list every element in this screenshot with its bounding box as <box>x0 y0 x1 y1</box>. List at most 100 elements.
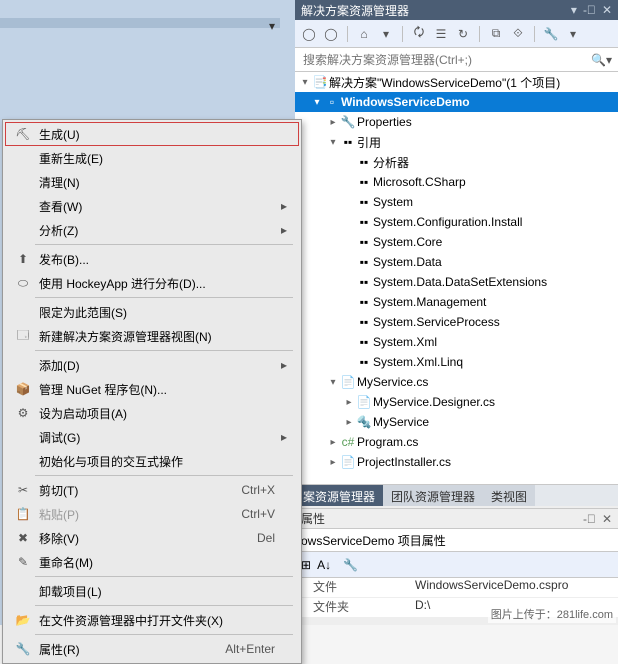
menu-item[interactable]: ✖移除(V)Del <box>5 526 299 550</box>
menu-item-label: 发布(B)... <box>35 251 281 268</box>
menu-item[interactable]: ⛏生成(U) <box>5 122 299 146</box>
menu-item[interactable]: 查看(W)▸ <box>5 194 299 218</box>
menu-item[interactable]: 📦管理 NuGet 程序包(N)... <box>5 377 299 401</box>
sync-home-icon[interactable]: ▾ <box>378 26 394 42</box>
properties-toolbar: ⊞ A↓ 🔧 <box>295 552 618 578</box>
reference-icon: ▪▪ <box>355 215 373 229</box>
property-key: 文件夹 <box>295 598 415 617</box>
properties-node[interactable]: ▸🔧Properties <box>295 112 618 132</box>
menu-item[interactable]: 初始化与项目的交互式操作 <box>5 449 299 473</box>
show-all-icon[interactable]: ⟐ <box>510 26 526 42</box>
tab-team-explorer[interactable]: 团队资源管理器 <box>383 485 483 506</box>
tree-label: System.Data.DataSetExtensions <box>373 275 547 289</box>
startup-icon: ⚙ <box>11 406 35 420</box>
reference-node[interactable]: ▪▪System.Management <box>295 292 618 312</box>
menu-item[interactable]: 分析(Z)▸ <box>5 218 299 242</box>
watermark: 图片上传于：281life.com <box>488 605 616 623</box>
menu-item[interactable]: 📂在文件资源管理器中打开文件夹(X) <box>5 608 299 632</box>
reference-node[interactable]: ▪▪System.Core <box>295 232 618 252</box>
tab-class-view[interactable]: 类视图 <box>483 485 535 506</box>
home-icon[interactable]: ⌂ <box>356 26 372 42</box>
context-menu: ⛏生成(U)重新生成(E)清理(N)查看(W)▸分析(Z)▸⬆发布(B)...⬭… <box>2 119 302 664</box>
search-input[interactable] <box>301 51 591 69</box>
file-node-projectinstaller[interactable]: ▸📄ProjectInstaller.cs <box>295 452 618 472</box>
menu-item[interactable]: ⚙设为启动项目(A) <box>5 401 299 425</box>
menu-item[interactable]: 清理(N) <box>5 170 299 194</box>
menu-item[interactable]: ✂剪切(T)Ctrl+X <box>5 478 299 502</box>
project-node[interactable]: ▾▫WindowsServiceDemo <box>295 92 618 112</box>
properties-icon: 🔧 <box>11 642 35 656</box>
panel-close-icon[interactable]: ✕ <box>602 512 612 526</box>
menu-item[interactable]: 卸载项目(L) <box>5 579 299 603</box>
menu-item[interactable]: 调试(G)▸ <box>5 425 299 449</box>
reference-node[interactable]: ▪▪System.Xml.Linq <box>295 352 618 372</box>
nuget-icon: 📦 <box>11 382 35 396</box>
menu-shortcut: Alt+Enter <box>225 642 281 656</box>
tree-label: System.Xml.Linq <box>373 355 463 369</box>
menu-item-label: 属性(R) <box>35 641 225 658</box>
collapse-all-icon[interactable]: ⧉ <box>488 26 504 42</box>
file-node-program[interactable]: ▸c#Program.cs <box>295 432 618 452</box>
reference-node[interactable]: ▪▪System.Xml <box>295 332 618 352</box>
reference-node[interactable]: ▪▪System.ServiceProcess <box>295 312 618 332</box>
property-row[interactable]: 文件WindowsServiceDemo.cspro <box>295 578 618 598</box>
reference-node[interactable]: ▪▪System <box>295 192 618 212</box>
tree-label: MyService <box>373 415 429 429</box>
submenu-arrow-icon: ▸ <box>281 358 293 372</box>
search-bar: 🔍▾ <box>295 48 618 72</box>
properties-icon[interactable]: 🔧 <box>543 26 559 42</box>
panel-close-icon[interactable]: ✕ <box>602 3 612 17</box>
reference-icon: ▪▪ <box>355 155 373 169</box>
reference-icon: ▪▪ <box>355 195 373 209</box>
reference-node[interactable]: ▪▪分析器 <box>295 152 618 172</box>
menu-item-label: 粘贴(P) <box>35 506 241 523</box>
file-node-myservice-class[interactable]: ▸🔩MyService <box>295 412 618 432</box>
menu-item-label: 调试(G) <box>35 429 281 446</box>
solution-node[interactable]: ▾📑解决方案"WindowsServiceDemo"(1 个项目) <box>295 72 618 92</box>
file-node-myservice[interactable]: ▾📄MyService.cs <box>295 372 618 392</box>
menu-item-label: 新建解决方案资源管理器视图(N) <box>35 328 281 345</box>
menu-item[interactable]: ⬆发布(B)... <box>5 247 299 271</box>
refresh-icon[interactable]: ↻ <box>455 26 471 42</box>
reference-icon: ▪▪ <box>355 275 373 289</box>
panel-pin-icon[interactable]: ‑⃓ <box>583 3 596 17</box>
menu-item[interactable]: 🗔新建解决方案资源管理器视图(N) <box>5 324 299 348</box>
menu-item[interactable]: ⬭使用 HockeyApp 进行分布(D)... <box>5 271 299 295</box>
menu-shortcut: Ctrl+V <box>241 507 281 521</box>
panel-options-icon[interactable]: ▾ <box>571 3 577 17</box>
menu-item-label: 使用 HockeyApp 进行分布(D)... <box>35 275 281 292</box>
tab-solution-explorer[interactable]: 案资源管理器 <box>295 485 383 506</box>
sync-icon[interactable]: 🗘 <box>411 26 427 42</box>
alpha-sort-icon[interactable]: A↓ <box>317 558 331 572</box>
menu-item[interactable]: 添加(D)▸ <box>5 353 299 377</box>
solution-explorer-title: 解决方案资源管理器 <box>301 2 571 19</box>
reference-node[interactable]: ▪▪System.Data <box>295 252 618 272</box>
panel-pin-icon[interactable]: ‑⃓ <box>583 512 596 526</box>
categorize-icon[interactable]: ⊞ <box>301 558 311 572</box>
reference-node[interactable]: ▪▪Microsoft.CSharp <box>295 172 618 192</box>
search-dropdown-icon[interactable]: 🔍▾ <box>591 53 612 67</box>
reference-icon: ▪▪ <box>355 255 373 269</box>
publish-icon: ⬆ <box>11 252 35 266</box>
reference-node[interactable]: ▪▪System.Configuration.Install <box>295 212 618 232</box>
file-node-myservice-designer[interactable]: ▸📄MyService.Designer.cs <box>295 392 618 412</box>
menu-shortcut: Ctrl+X <box>241 483 281 497</box>
solution-label: 解决方案"WindowsServiceDemo"(1 个项目) <box>329 74 560 91</box>
reference-node[interactable]: ▪▪System.Data.DataSetExtensions <box>295 272 618 292</box>
cs-file-icon: 📄 <box>339 455 357 469</box>
back-icon[interactable]: ◯ <box>301 26 317 42</box>
submenu-arrow-icon: ▸ <box>281 199 293 213</box>
tab-dropdown-icon[interactable]: ▾ <box>269 19 275 33</box>
menu-item[interactable]: ✎重命名(M) <box>5 550 299 574</box>
reference-icon: ▪▪ <box>355 295 373 309</box>
pending-icon[interactable]: ☰ <box>433 26 449 42</box>
project-label: WindowsServiceDemo <box>341 95 470 109</box>
new-view-icon: 🗔 <box>11 326 35 347</box>
dropdown-icon[interactable]: ▾ <box>565 26 581 42</box>
menu-item[interactable]: 限定为此范围(S) <box>5 300 299 324</box>
wrench-props-icon[interactable]: 🔧 <box>343 558 358 572</box>
references-node[interactable]: ▾▪▪引用 <box>295 132 618 152</box>
forward-icon[interactable]: ◯ <box>323 26 339 42</box>
menu-item[interactable]: 🔧属性(R)Alt+Enter <box>5 637 299 661</box>
menu-item[interactable]: 重新生成(E) <box>5 146 299 170</box>
